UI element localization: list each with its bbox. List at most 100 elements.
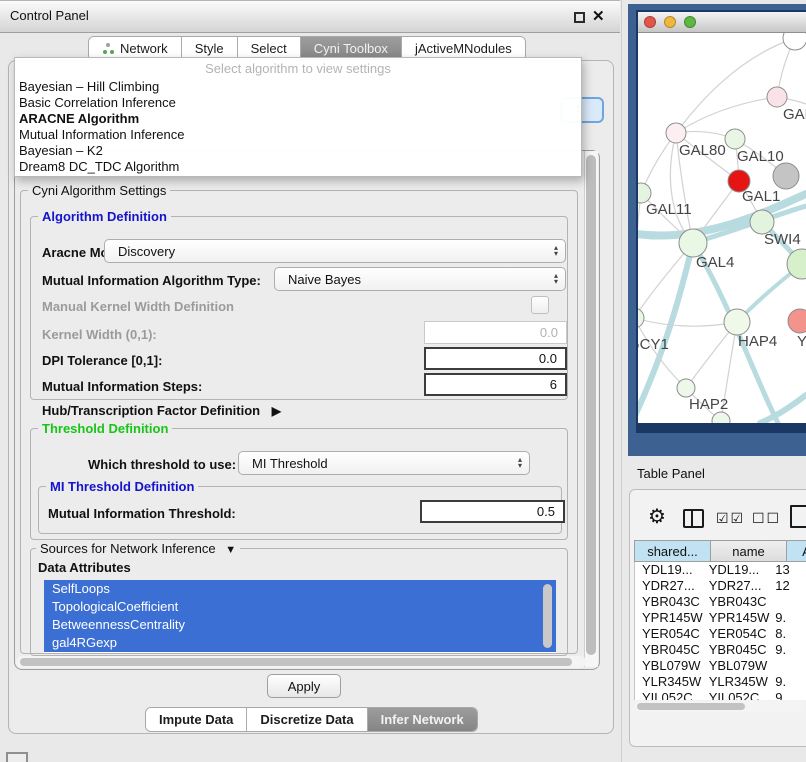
- node-unlabeled[interactable]: [783, 33, 806, 50]
- algorithm-option-dream8-dc-tdc-algorithm[interactable]: Dream8 DC_TDC Algorithm: [15, 159, 581, 175]
- node-y[interactable]: [788, 309, 806, 333]
- deselect-all-checkboxes-icon[interactable]: ☐☐: [752, 510, 781, 527]
- node-hap4[interactable]: [724, 309, 750, 335]
- threshold-definition-title: Threshold Definition: [38, 421, 172, 436]
- attribute-item-selfloops[interactable]: SelfLoops: [44, 580, 556, 598]
- table-row[interactable]: YPR145WYPR145W9.: [635, 610, 806, 626]
- node-unlabeled[interactable]: [712, 412, 730, 423]
- hub-definition-label: Hub/Transcription Factor Definition: [42, 403, 260, 418]
- table-cell: 13: [771, 562, 806, 578]
- node-label-gcy1: GCY1: [638, 336, 669, 353]
- node-gcy1[interactable]: [638, 308, 644, 328]
- mi-threshold-input[interactable]: 0.5: [420, 500, 565, 523]
- network-edges-teal: [638, 194, 806, 423]
- node-gal11[interactable]: [638, 183, 651, 203]
- node-hap2[interactable]: [677, 379, 695, 397]
- select-all-checkboxes-icon[interactable]: ☑☑: [716, 510, 745, 527]
- bottom-tab-bar: Impute DataDiscretize DataInfer Network: [145, 707, 478, 732]
- new-document-icon[interactable]: [790, 505, 806, 528]
- data-attributes-list[interactable]: SelfLoopsTopologicalCoefficientBetweenne…: [44, 580, 556, 653]
- node-label-hap2: HAP2: [689, 396, 728, 413]
- table-row[interactable]: YDL19...YDL19...13: [635, 562, 806, 578]
- attribute-item-topologicalcoefficient[interactable]: TopologicalCoefficient: [44, 598, 556, 616]
- table-horizontal-scrollbar[interactable]: [635, 701, 805, 712]
- table-row[interactable]: YIL052CYIL052C9.: [635, 690, 806, 700]
- tab-infer-network[interactable]: Infer Network: [368, 708, 477, 731]
- table-cell: YBL079W: [635, 658, 704, 674]
- close-panel-icon[interactable]: ✕: [592, 7, 605, 25]
- dpi-tolerance-input[interactable]: 0.0: [424, 347, 567, 370]
- aracne-mode-combo[interactable]: Discovery ▴▾: [104, 239, 566, 263]
- algorithm-option-aracne-algorithm[interactable]: ARACNE Algorithm: [15, 111, 581, 127]
- column-header-shared-name[interactable]: shared...: [634, 540, 711, 562]
- table-row[interactable]: YDR27...YDR27...12: [635, 578, 806, 594]
- float-panel-icon[interactable]: [574, 12, 585, 23]
- table-rows[interactable]: YDL19...YDL19...13YDR27...YDR27...12YBR0…: [634, 562, 806, 700]
- sources-disclosure[interactable]: Sources for Network Inference ▼: [36, 541, 240, 556]
- split-columns-icon[interactable]: [683, 509, 704, 528]
- algorithm-option-bayesian-hill-climbing[interactable]: Bayesian – Hill Climbing: [15, 79, 581, 95]
- network-window-titlebar: [638, 12, 806, 33]
- dpi-tolerance-label: DPI Tolerance [0,1]:: [42, 353, 162, 368]
- table-cell: 12: [771, 578, 806, 594]
- settings-horizontal-scrollbar-thumb[interactable]: [20, 658, 572, 666]
- window-close-traffic-light[interactable]: [644, 16, 656, 28]
- window-zoom-traffic-light[interactable]: [684, 16, 696, 28]
- attribute-item-betweennesscentrality[interactable]: BetweennessCentrality: [44, 616, 556, 634]
- settings-vertical-scrollbar-thumb[interactable]: [586, 155, 596, 655]
- algorithm-option-bayesian-k2[interactable]: Bayesian – K2: [15, 143, 581, 159]
- apply-button[interactable]: Apply: [267, 674, 341, 698]
- table-cell: YPR145W: [704, 610, 772, 626]
- table-cell: YIL052C: [704, 690, 772, 700]
- aracne-mode-value: Discovery: [118, 244, 175, 259]
- gear-icon[interactable]: ⚙: [648, 504, 666, 529]
- node-label-swi4: SWI4: [764, 231, 801, 248]
- panel-divider: [621, 0, 622, 762]
- mi-steps-label: Mutual Information Steps:: [42, 379, 202, 394]
- node-gal[interactable]: [767, 87, 787, 107]
- collapsed-panel-grip[interactable]: [6, 752, 28, 762]
- table-horizontal-scrollbar-thumb[interactable]: [637, 703, 745, 710]
- kernel-width-input[interactable]: 0.0: [424, 321, 567, 344]
- table-cell: [771, 594, 806, 610]
- algorithm-dropdown-popup: Select algorithm to view settings Bayesi…: [14, 57, 582, 177]
- tab-impute-data[interactable]: Impute Data: [146, 708, 247, 731]
- attribute-item-gal4rgexp[interactable]: gal4RGexp: [44, 634, 556, 652]
- table-cell: YBR045C: [635, 642, 704, 658]
- disclosure-down-icon: ▼: [225, 544, 236, 556]
- which-threshold-combo[interactable]: MI Threshold ▴▾: [238, 451, 530, 475]
- table-row[interactable]: YBL079WYBL079W: [635, 658, 806, 674]
- table-cell: YIL052C: [635, 690, 704, 700]
- table-row[interactable]: YBR045CYBR045C9.: [635, 642, 806, 658]
- column-header-third[interactable]: A: [787, 540, 806, 562]
- disclosure-right-icon: ▶: [272, 404, 281, 418]
- node-unlabeled[interactable]: [773, 163, 799, 189]
- mi-steps-value: 6: [550, 377, 557, 392]
- node-label-gal80: GAL80: [679, 142, 726, 159]
- algorithm-option-mutual-information-inference[interactable]: Mutual Information Inference: [15, 127, 581, 143]
- tab-discretize-data[interactable]: Discretize Data: [247, 708, 367, 731]
- network-canvas[interactable]: GALGAL80GAL10GAL1GAL11SWI4GAL4HAP4YGCY1H…: [638, 33, 806, 423]
- mi-algorithm-type-combo[interactable]: Naive Bayes ▴▾: [274, 267, 566, 291]
- algorithm-option-basic-correlation-inference[interactable]: Basic Correlation Inference: [15, 95, 581, 111]
- attributes-scrollbar-thumb[interactable]: [543, 584, 552, 648]
- which-threshold-label: Which threshold to use:: [88, 457, 236, 472]
- table-row[interactable]: YLR345WYLR345W9.: [635, 674, 806, 690]
- mi-steps-input[interactable]: 6: [424, 373, 567, 396]
- node-gal4[interactable]: [679, 229, 707, 257]
- node-label-gal10: GAL10: [737, 148, 784, 165]
- control-panel-titlebar: [0, 0, 620, 33]
- table-row[interactable]: YBR043CYBR043C: [635, 594, 806, 610]
- window-minimize-traffic-light[interactable]: [664, 16, 676, 28]
- table-cell: YBR043C: [635, 594, 704, 610]
- mi-threshold-label: Mutual Information Threshold:: [48, 506, 236, 521]
- node-gal10[interactable]: [725, 129, 745, 149]
- column-header-name[interactable]: name: [711, 540, 787, 562]
- manual-kernel-width-checkbox[interactable]: [531, 296, 549, 314]
- hub-definition-disclosure[interactable]: Hub/Transcription Factor Definition ▶: [42, 403, 281, 418]
- settings-horizontal-scrollbar[interactable]: [16, 656, 586, 668]
- network-icon: [102, 43, 115, 55]
- settings-vertical-scrollbar[interactable]: [584, 151, 598, 667]
- table-row[interactable]: YER054CYER054C8.: [635, 626, 806, 642]
- node-gal80[interactable]: [666, 123, 686, 143]
